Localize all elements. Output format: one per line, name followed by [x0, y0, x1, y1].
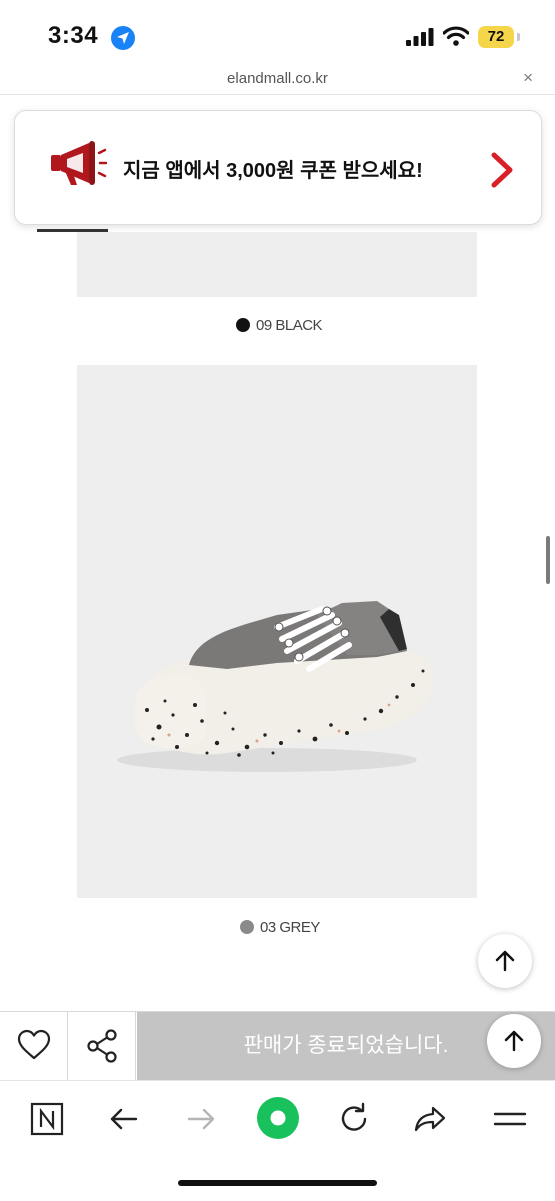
wishlist-button[interactable] [0, 1012, 68, 1080]
scroll-indicator[interactable] [546, 536, 550, 584]
product-image-grey [77, 365, 477, 898]
color-label-grey: 03 GREY [260, 919, 320, 936]
location-arrow-icon [111, 26, 135, 50]
app-coupon-banner[interactable]: 지금 앱에서 3,000원 쿠폰 받으세요! [14, 110, 542, 225]
heart-icon [17, 1029, 51, 1060]
megaphone-icon [47, 139, 108, 192]
home-indicator [178, 1180, 377, 1186]
menu-button[interactable] [490, 1099, 530, 1139]
chevron-right-icon[interactable] [489, 151, 515, 194]
browser-url-bar[interactable]: elandmall.co.kr × [0, 66, 555, 95]
battery-cap [517, 33, 520, 41]
forward-arrow-icon [187, 1108, 215, 1130]
color-option-black: 09 BLACK [236, 317, 323, 334]
battery-indicator: 72 [478, 26, 514, 48]
refresh-button[interactable] [334, 1099, 374, 1139]
color-swatch-grey [240, 920, 254, 934]
forward-button[interactable] [181, 1099, 221, 1139]
status-bar: 3:34 72 [0, 0, 555, 66]
arrow-up-icon [495, 950, 515, 972]
share-icon [87, 1029, 117, 1063]
url-text[interactable]: elandmall.co.kr [0, 70, 555, 87]
sneaker-illustration [117, 601, 434, 772]
naver-n-icon [30, 1102, 64, 1136]
wifi-icon [442, 26, 470, 51]
refresh-icon [341, 1102, 367, 1131]
back-arrow-icon [110, 1108, 138, 1130]
product-image-black [77, 232, 477, 297]
promo-text: 지금 앱에서 3,000원 쿠폰 받으세요! [123, 160, 423, 182]
scroll-top-button-2[interactable] [487, 1014, 541, 1068]
purchase-action-bar: 판매가 종료되었습니다. [0, 1011, 555, 1080]
status-time: 3:34 [48, 22, 99, 49]
signal-icon [406, 28, 434, 51]
arrow-up-icon [504, 1030, 524, 1052]
color-swatch-black [236, 318, 250, 332]
share-button[interactable] [68, 1012, 136, 1080]
share-arrow-icon [414, 1106, 446, 1132]
share-page-button[interactable] [411, 1099, 451, 1139]
green-dot-icon [257, 1097, 299, 1139]
scroll-top-button[interactable] [478, 934, 532, 988]
close-icon[interactable]: × [523, 68, 533, 88]
naver-home-button[interactable] [27, 1099, 67, 1139]
menu-icon [493, 1112, 527, 1126]
color-option-grey: 03 GREY [240, 919, 320, 936]
green-dot-button[interactable] [256, 1096, 300, 1140]
color-label-black: 09 BLACK [256, 317, 323, 334]
back-button[interactable] [104, 1099, 144, 1139]
